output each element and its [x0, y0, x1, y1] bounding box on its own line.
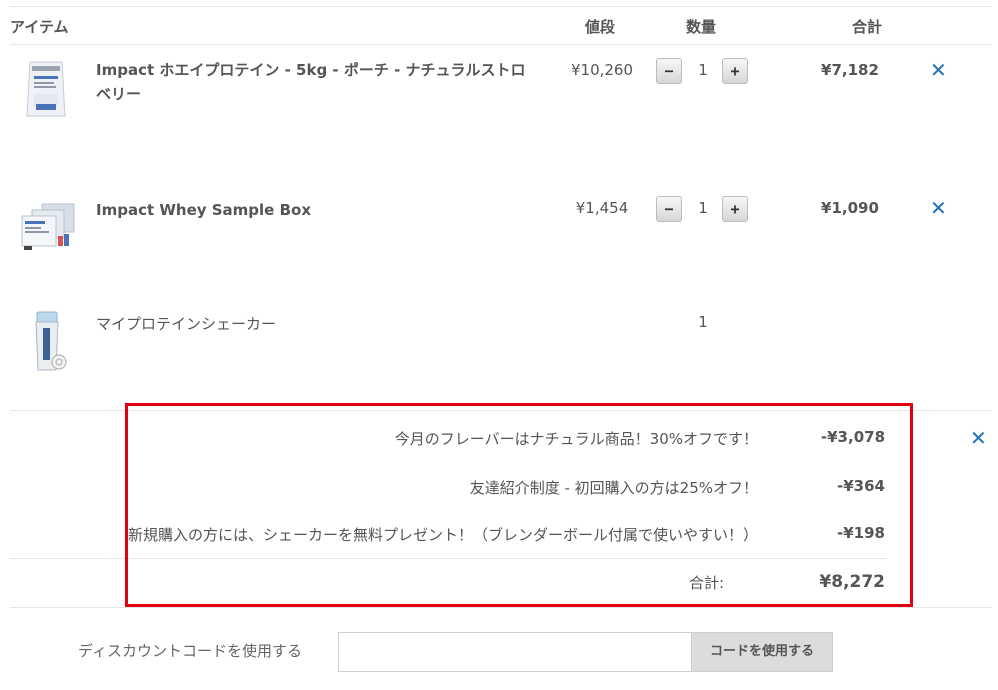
discount-code-input[interactable]	[338, 632, 692, 672]
item-total: ¥1,090	[821, 199, 879, 217]
remove-item-icon[interactable]: ✕	[930, 60, 947, 80]
item-name: マイプロテインシェーカー	[96, 315, 277, 333]
apply-code-button[interactable]: コードを使用する	[691, 632, 833, 672]
item-price: ¥10,260	[570, 61, 634, 79]
top-divider	[10, 6, 992, 7]
qty-increase-button[interactable]: +	[722, 58, 748, 84]
qty-increase-button[interactable]: +	[722, 196, 748, 222]
column-header-price: 値段	[585, 18, 616, 36]
qty-decrease-button[interactable]: −	[656, 196, 682, 222]
highlight-box	[125, 403, 913, 607]
item-name[interactable]: Impact Whey Sample Box	[96, 198, 536, 222]
qty-decrease-button[interactable]: −	[656, 58, 682, 84]
column-header-total: 合計	[852, 18, 883, 36]
header-divider	[10, 44, 992, 45]
qty-value: 1	[698, 61, 708, 79]
discount-code-label: ディスカウントコードを使用する	[78, 642, 302, 660]
qty-value: 1	[698, 199, 708, 217]
item-total: ¥7,182	[821, 61, 879, 79]
remove-item-icon[interactable]: ✕	[930, 198, 947, 218]
shaker-bottle-icon	[28, 310, 68, 374]
summary-bottom-divider	[10, 607, 992, 608]
qty-value: 1	[698, 313, 708, 331]
protein-pouch-icon[interactable]	[18, 58, 74, 120]
sample-box-icon[interactable]	[18, 198, 80, 260]
column-header-qty: 数量	[686, 18, 717, 36]
item-price: ¥1,454	[575, 199, 629, 217]
item-name[interactable]: Impact ホエイプロテイン - 5kg - ポーチ - ナチュラルストロベリ…	[96, 58, 528, 106]
remove-discount-icon[interactable]: ✕	[970, 428, 987, 448]
column-header-item: アイテム	[10, 18, 69, 36]
